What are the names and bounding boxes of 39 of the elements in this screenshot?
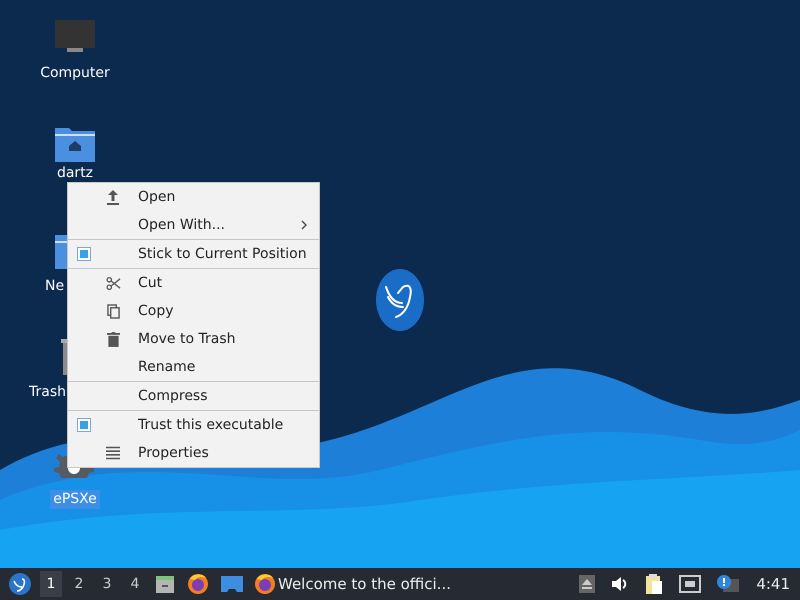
icon-label: Trash (28, 383, 67, 402)
workspace-button[interactable]: 4 (124, 571, 146, 597)
icon-label: Computer (39, 64, 111, 83)
menu-item[interactable]: Copy (68, 297, 319, 325)
checkbox[interactable] (77, 247, 91, 261)
checkbox[interactable] (77, 418, 91, 432)
clock[interactable]: 4:41 (756, 575, 790, 593)
menu-item[interactable]: Stick to Current Position (68, 240, 319, 268)
file-cabinet-icon[interactable] (155, 574, 175, 594)
start-menu-icon[interactable] (9, 573, 31, 595)
eject-icon[interactable] (579, 575, 596, 593)
icon-label: dartz (56, 164, 94, 183)
scissors-icon (106, 276, 120, 290)
workspace-button[interactable]: 1 (40, 571, 62, 597)
bird-logo (376, 269, 424, 331)
workspace-button[interactable]: 3 (96, 571, 118, 597)
task-button[interactable]: Welcome to the offici... (252, 573, 453, 595)
window-icon[interactable] (221, 575, 243, 593)
network-icon[interactable] (679, 575, 702, 593)
clipboard-icon[interactable] (645, 573, 664, 595)
menu-item[interactable]: Properties (68, 439, 319, 467)
notification-icon[interactable] (717, 575, 740, 593)
trash-icon (106, 332, 120, 346)
workspace-button[interactable]: 2 (68, 571, 90, 597)
upload-icon (106, 189, 120, 205)
list-icon (106, 446, 120, 460)
icon-label: ePSXe (50, 490, 100, 509)
menu-item[interactable]: Compress (68, 382, 319, 410)
copy-icon (106, 304, 120, 318)
menu-item[interactable]: Open (68, 183, 319, 211)
browser-icon (254, 573, 276, 595)
menu-item[interactable]: Move to Trash (68, 325, 319, 353)
icon-label: Ne (44, 277, 66, 296)
menu-item[interactable]: Cut (68, 269, 319, 297)
menu-item[interactable]: Trust this executable (68, 411, 319, 439)
chevron-right-icon (301, 220, 307, 230)
browser-icon[interactable] (187, 573, 209, 595)
menu-item[interactable]: Rename (68, 353, 319, 381)
menu-item[interactable]: Open With... (68, 211, 319, 239)
